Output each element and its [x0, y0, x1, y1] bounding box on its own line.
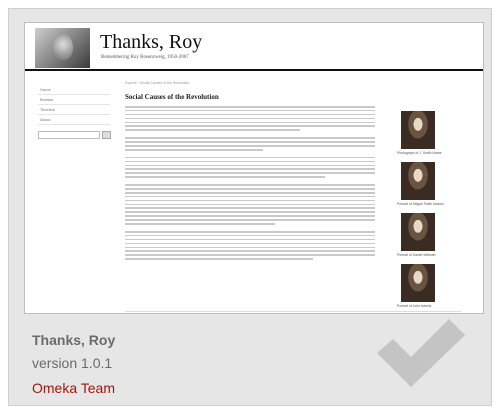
portrait-image — [401, 111, 435, 149]
portrait-caption: Portrait of John Adams — [397, 304, 432, 308]
plugin-card[interactable]: Thanks, Roy Remembering Roy Rosenzweig, … — [8, 8, 492, 406]
preview-banner: Thanks, Roy Remembering Roy Rosenzweig, … — [25, 23, 483, 71]
preview-search-input — [38, 131, 111, 139]
plugin-screenshot: Thanks, Roy Remembering Roy Rosenzweig, … — [24, 22, 484, 314]
preview-paragraph — [125, 156, 375, 178]
author-photo — [35, 28, 90, 68]
preview-article: Explore / Social Causes of the Revolutio… — [125, 81, 375, 262]
plugin-author-link[interactable]: Omeka Team — [32, 380, 115, 396]
preview-nav-item: Browse — [38, 95, 110, 105]
portrait-caption: Portrait of Daniel Webster — [397, 253, 436, 257]
preview-search-button — [102, 131, 111, 139]
plugin-version: version 1.0.1 — [32, 355, 113, 371]
preview-nav-item: Timeline — [38, 105, 110, 115]
portrait-caption: Photograph of J. Smith Name — [397, 151, 442, 155]
portrait-caption: Portrait of Abigail Smith Adams — [397, 202, 444, 206]
preview-paragraph — [125, 230, 375, 260]
portrait-image — [401, 264, 435, 302]
preview-nav-item: About — [38, 115, 110, 125]
preview-paragraph — [125, 106, 375, 131]
preview-nav-item: Home — [38, 85, 110, 95]
preview-article-heading: Social Causes of the Revolution — [125, 93, 219, 101]
preview-tagline: Remembering Roy Rosenzweig, 1950-2007 — [101, 55, 189, 60]
checkmark-icon — [377, 319, 465, 387]
preview-breadcrumb: Explore / Social Causes of the Revolutio… — [125, 81, 190, 85]
preview-portraits: Photograph of J. Smith Name Portrait of … — [397, 111, 457, 313]
portrait-image — [401, 213, 435, 251]
portrait-image — [401, 162, 435, 200]
plugin-name: Thanks, Roy — [32, 332, 116, 348]
preview-sidebar: Home Browse Timeline About — [38, 85, 111, 139]
preview-paragraph — [125, 137, 375, 151]
preview-paragraph — [125, 184, 375, 225]
preview-site-title: Thanks, Roy — [100, 31, 203, 53]
